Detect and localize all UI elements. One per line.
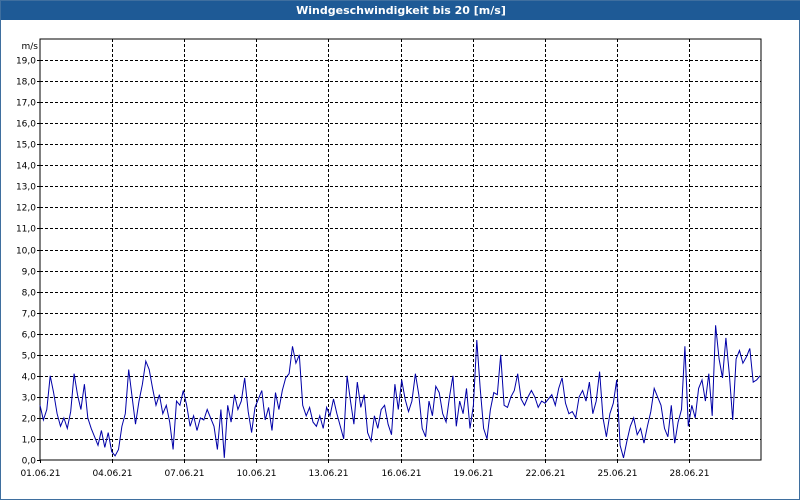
y-tick-label: 9,0: [22, 268, 37, 278]
y-tick-label: 15,0: [16, 141, 36, 151]
x-tick-label: 04.06.21: [92, 469, 132, 479]
y-axis-unit-label: m/s: [22, 42, 39, 52]
y-tick-label: 10,0: [16, 247, 36, 257]
y-tick-label: 1,0: [22, 436, 37, 446]
y-tick-label: 11,0: [16, 225, 36, 235]
x-tick-label: 28.06.21: [669, 469, 709, 479]
y-tick-label: 4,0: [22, 373, 37, 383]
wind-speed-series-line: [39, 325, 761, 459]
y-tick-label: 19,0: [16, 57, 36, 67]
x-axis-ticks: 01.06.21 04.06.21 07.06.21 10.06.21 13.06.21…: [20, 460, 710, 479]
x-tick-label: 07.06.21: [164, 469, 204, 479]
y-tick-label: 8,0: [22, 289, 37, 299]
y-axis-ticks: 0,0 1,0 2,0 3,0 4,0 5,0 6,0 7,0 8,0 9,0 10,0 11,0 12…: [16, 57, 40, 467]
x-tick-label: 25.06.21: [597, 469, 637, 479]
y-tick-label: 13,0: [16, 183, 36, 193]
y-tick-label: 2,0: [22, 415, 37, 425]
y-tick-label: 12,0: [16, 204, 36, 214]
x-tick-label: 22.06.21: [525, 469, 565, 479]
x-tick-label: 16.06.21: [381, 469, 421, 479]
y-tick-label: 17,0: [16, 99, 36, 109]
y-tick-label: 3,0: [22, 394, 37, 404]
x-tick-label: 13.06.21: [308, 469, 348, 479]
x-tick-label: 01.06.21: [20, 469, 60, 479]
y-tick-label: 16,0: [16, 120, 36, 130]
y-tick-label: 18,0: [16, 78, 36, 88]
x-tick-label: 19.06.21: [453, 469, 493, 479]
x-tick-label: 10.06.21: [236, 469, 276, 479]
y-tick-label: 5,0: [22, 352, 37, 362]
y-tick-label: 0,0: [22, 457, 37, 467]
y-tick-label: 14,0: [16, 162, 36, 172]
y-tick-label: 7,0: [22, 310, 37, 320]
y-tick-label: 6,0: [22, 331, 37, 341]
wind-speed-chart: m/s 0,0 1,0 2,0 3,0 4,0 5,0 6,0 7,0 8,0 9,0 10,0 11…: [16, 38, 762, 479]
